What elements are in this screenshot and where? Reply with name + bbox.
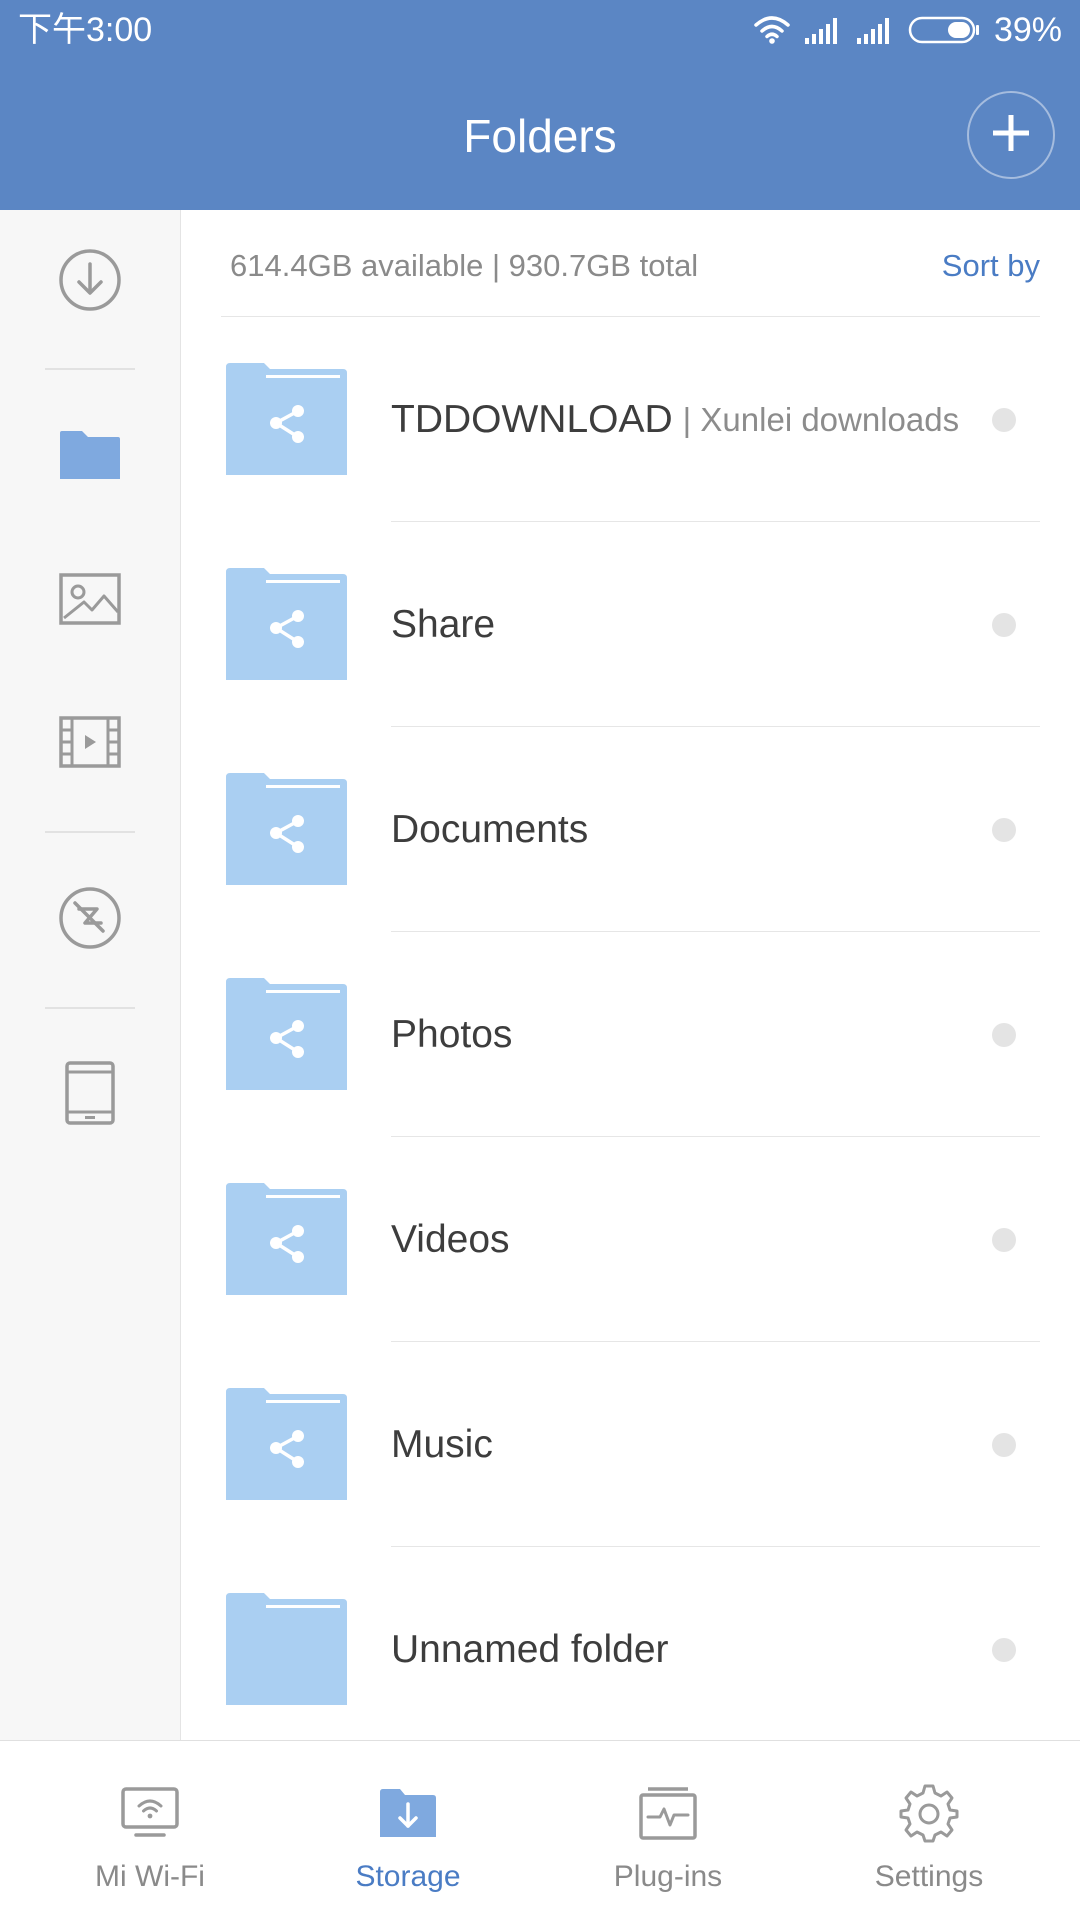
tablet-icon: [64, 1060, 116, 1131]
shared-folder-icon: [226, 978, 347, 1090]
selection-indicator[interactable]: [992, 1433, 1016, 1457]
shared-folder-icon: [226, 1183, 347, 1295]
sidebar-item-downloads[interactable]: [0, 227, 180, 337]
selection-indicator[interactable]: [992, 1228, 1016, 1252]
app-header: 下午3:00 39% Folders: [0, 0, 1080, 210]
image-icon: [58, 572, 122, 631]
folder-row[interactable]: TDDOWNLOAD | Xunlei downloads: [181, 317, 1080, 522]
shared-folder-icon: [226, 363, 347, 475]
download-circle-icon: [57, 247, 123, 318]
nav-label: Settings: [874, 1860, 984, 1893]
nav-item-storage[interactable]: Storage: [273, 1741, 543, 1921]
shared-folder-icon: [226, 568, 347, 680]
folder-list-panel: 614.4GB available | 930.7GB total Sort b…: [181, 210, 1080, 1740]
folder-icon: [58, 429, 122, 486]
sort-by-button[interactable]: Sort by: [942, 246, 1040, 286]
folder-name: Unnamed folder: [391, 1627, 669, 1671]
selection-indicator[interactable]: [992, 613, 1016, 637]
selection-indicator[interactable]: [992, 818, 1016, 842]
nav-item-plug-ins[interactable]: Plug-ins: [533, 1741, 803, 1921]
plus-icon: [991, 113, 1031, 158]
folder-row[interactable]: Videos: [181, 1137, 1080, 1342]
folder-name: Documents: [391, 807, 589, 851]
sidebar-item-videos[interactable]: [0, 689, 180, 799]
folder-label: Unnamed folder: [391, 1547, 669, 1740]
folder-row[interactable]: Unnamed folder: [181, 1547, 1080, 1740]
wifi-icon: [754, 15, 790, 45]
sidebar-divider: [45, 368, 135, 370]
folder-label: Music: [391, 1342, 493, 1547]
folder-label: Videos: [391, 1137, 510, 1342]
selection-indicator[interactable]: [992, 408, 1016, 432]
selection-indicator[interactable]: [992, 1023, 1016, 1047]
sidebar-divider: [45, 831, 135, 833]
folder-name: Music: [391, 1422, 493, 1466]
storage-info: 614.4GB available | 930.7GB total: [230, 248, 699, 283]
folder-row[interactable]: Documents: [181, 727, 1080, 932]
folder-subtitle: | Xunlei downloads: [682, 400, 960, 438]
folder-row[interactable]: Music: [181, 1342, 1080, 1547]
bottom-nav: Mi Wi-Fi Storage Plug-ins Settings: [0, 1740, 1080, 1920]
status-time: 下午3:00: [18, 11, 153, 49]
nav-label: Storage: [355, 1860, 461, 1893]
sidebar-item-folders[interactable]: [0, 402, 180, 512]
signal-icon: [856, 16, 894, 44]
shared-folder-icon: [226, 1388, 347, 1500]
folder-name: TDDOWNLOAD: [391, 397, 673, 441]
nav-item-settings[interactable]: Settings: [794, 1741, 1064, 1921]
folder-label: TDDOWNLOAD | Xunlei downloads: [391, 317, 959, 522]
sidebar-divider: [45, 1007, 135, 1009]
folder-label: Documents: [391, 727, 588, 932]
folder-name: Share: [391, 602, 496, 646]
storage-bar: 614.4GB available | 930.7GB total Sort b…: [221, 210, 1040, 317]
folder-label: Share: [391, 522, 495, 727]
sidebar: [0, 210, 181, 1740]
folder-row[interactable]: Share: [181, 522, 1080, 727]
nav-item-mi-wifi[interactable]: Mi Wi-Fi: [15, 1741, 285, 1921]
folder-icon: [226, 1593, 347, 1705]
folder-name: Videos: [391, 1217, 510, 1261]
battery-icon: [908, 16, 980, 44]
storage-icon: [378, 1783, 438, 1843]
sidebar-item-images[interactable]: [0, 546, 180, 656]
status-icons: 39%: [754, 10, 1062, 50]
selection-indicator[interactable]: [992, 1638, 1016, 1662]
battery-percent: 39%: [993, 11, 1062, 49]
nav-label: Mi Wi-Fi: [95, 1860, 205, 1893]
film-icon: [58, 715, 122, 774]
folder-label: Photos: [391, 932, 512, 1137]
shared-folder-icon: [226, 773, 347, 885]
router-icon: [120, 1783, 180, 1843]
sidebar-item-thunder[interactable]: [0, 865, 180, 975]
plugins-icon: [638, 1783, 698, 1843]
signal-icon: [804, 16, 842, 44]
folder-name: Photos: [391, 1012, 513, 1056]
lightning-circle-icon: [57, 885, 123, 956]
nav-label: Plug-ins: [613, 1860, 723, 1893]
sidebar-item-tablet[interactable]: [0, 1040, 180, 1150]
folder-row[interactable]: Photos: [181, 932, 1080, 1137]
add-button[interactable]: [967, 91, 1055, 179]
gear-icon: [899, 1783, 959, 1843]
page-title: Folders: [463, 110, 617, 162]
